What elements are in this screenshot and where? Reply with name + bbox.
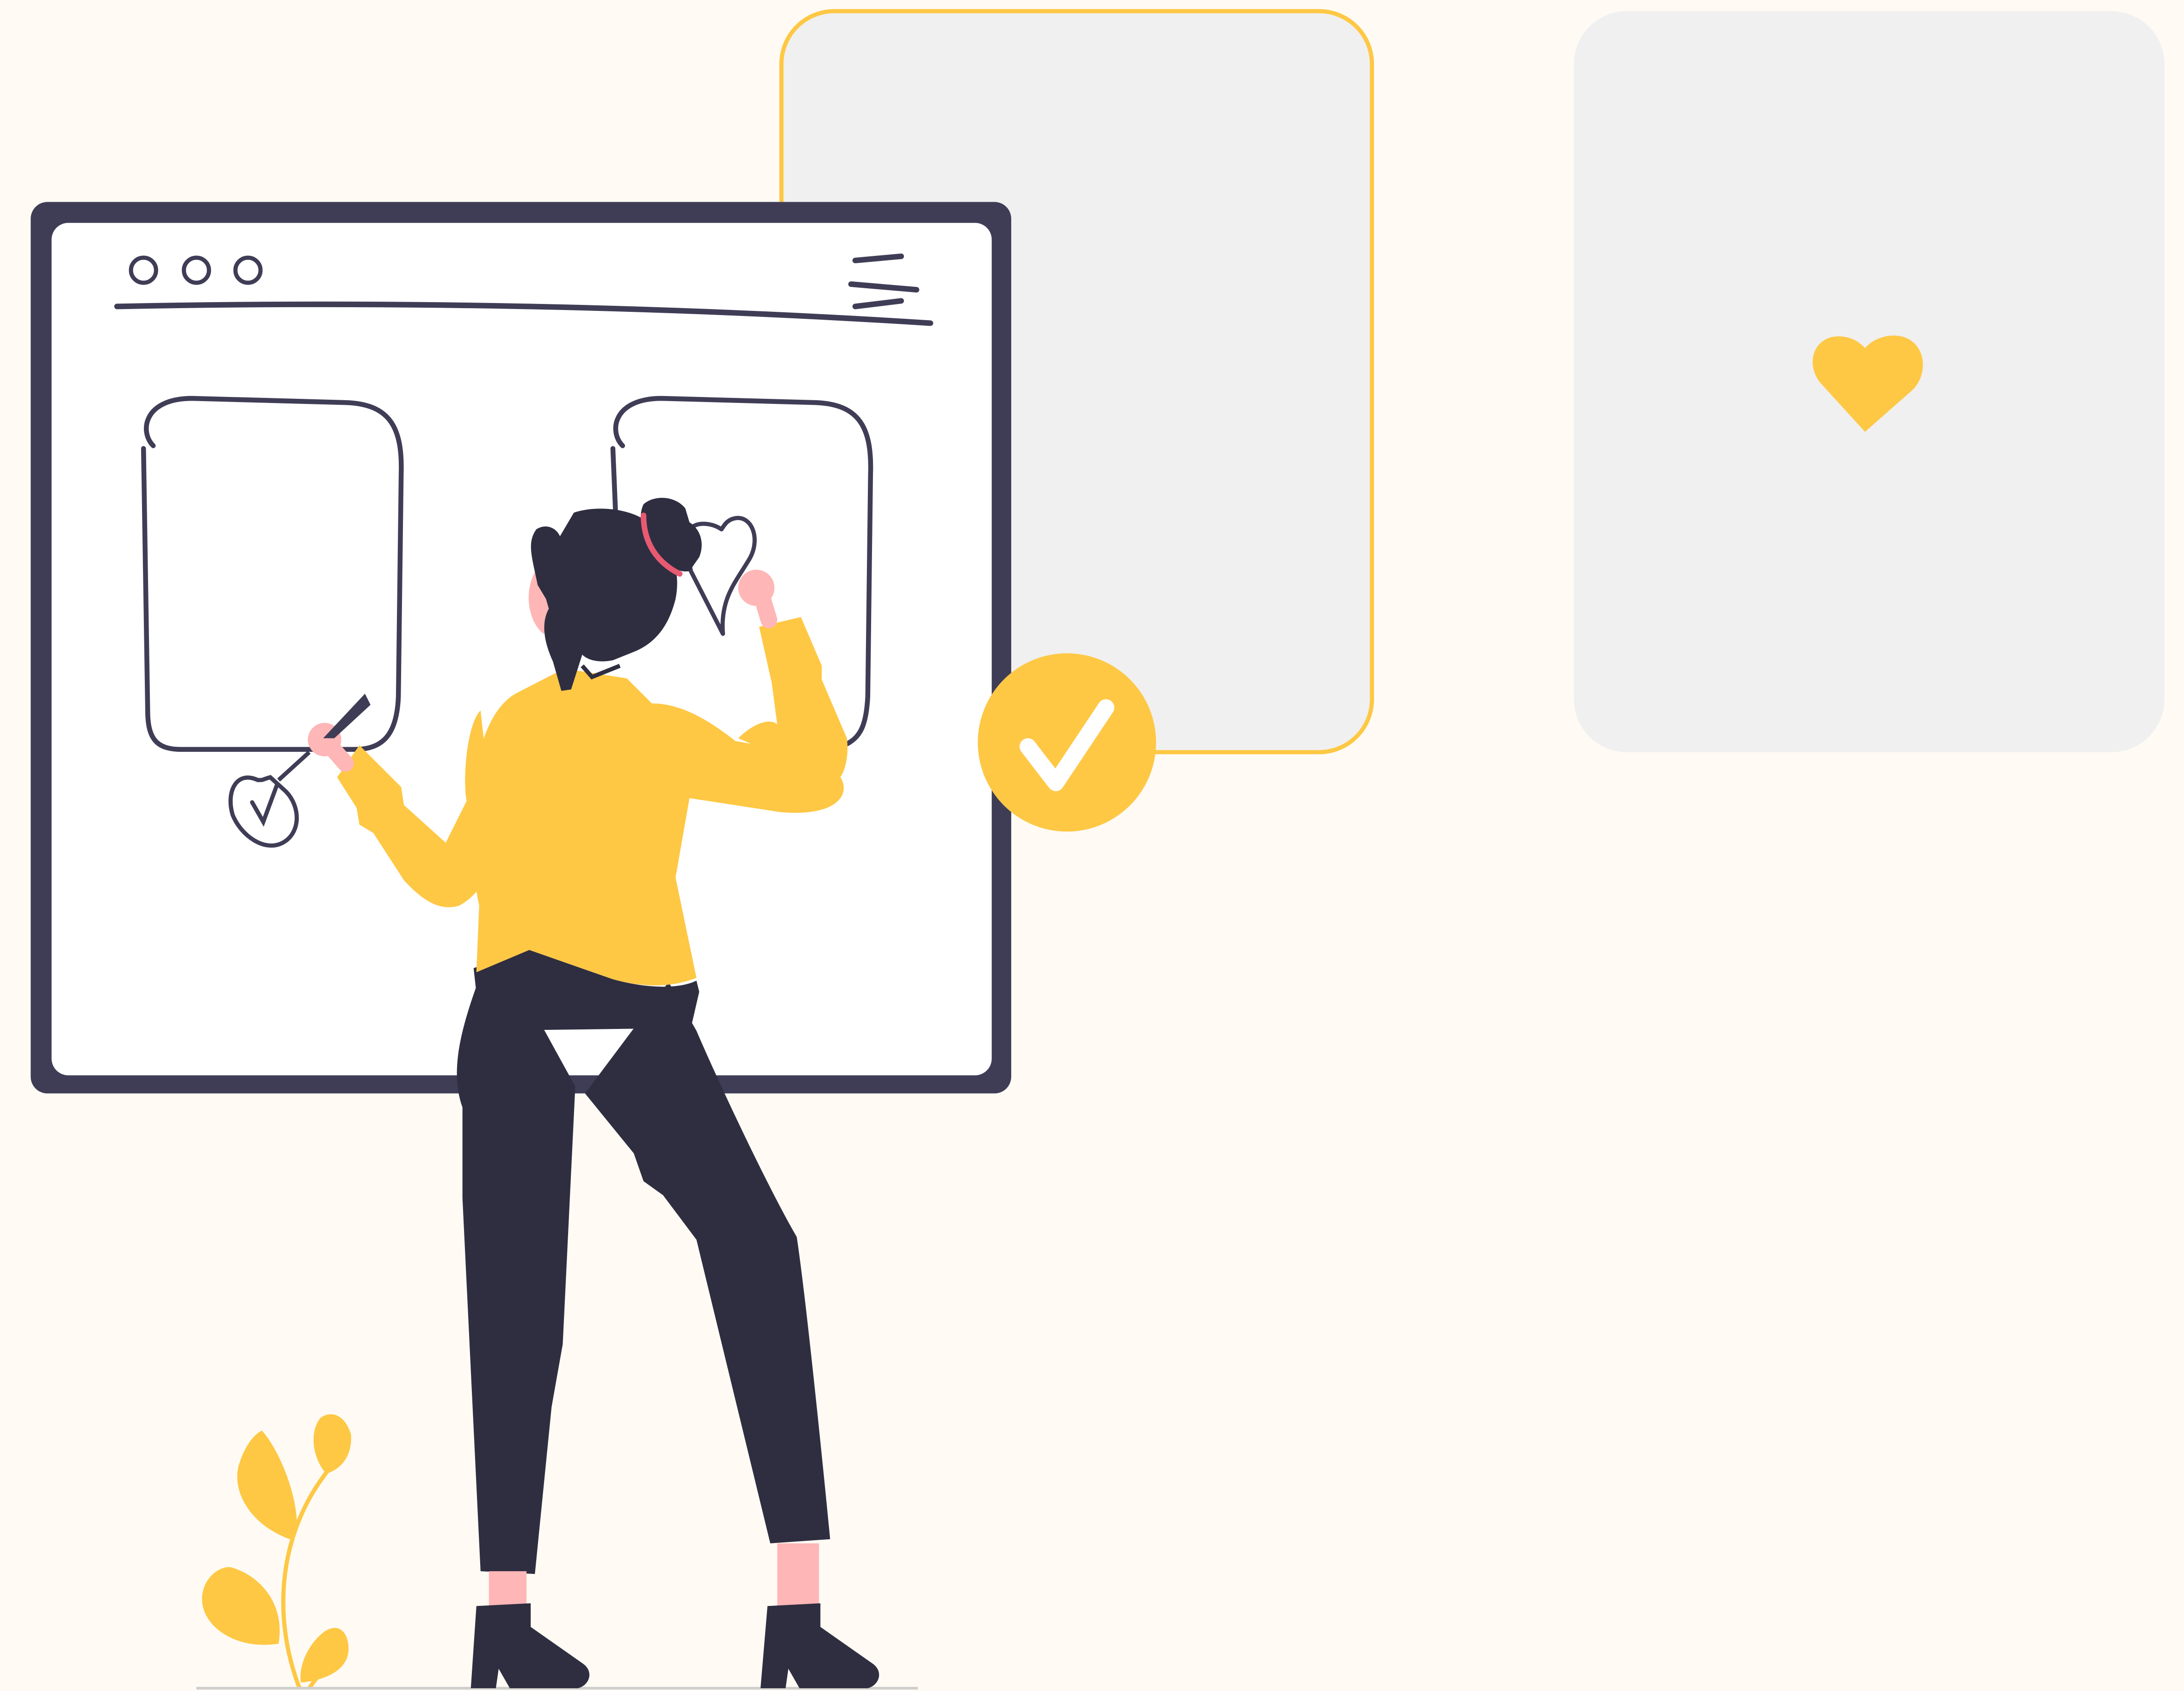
illustration-svg — [31, 9, 2165, 1690]
plant — [202, 1414, 352, 1690]
check-badge — [978, 653, 1156, 832]
sketch-card-right-side — [610, 446, 619, 518]
illustration-scene — [0, 0, 2184, 1691]
